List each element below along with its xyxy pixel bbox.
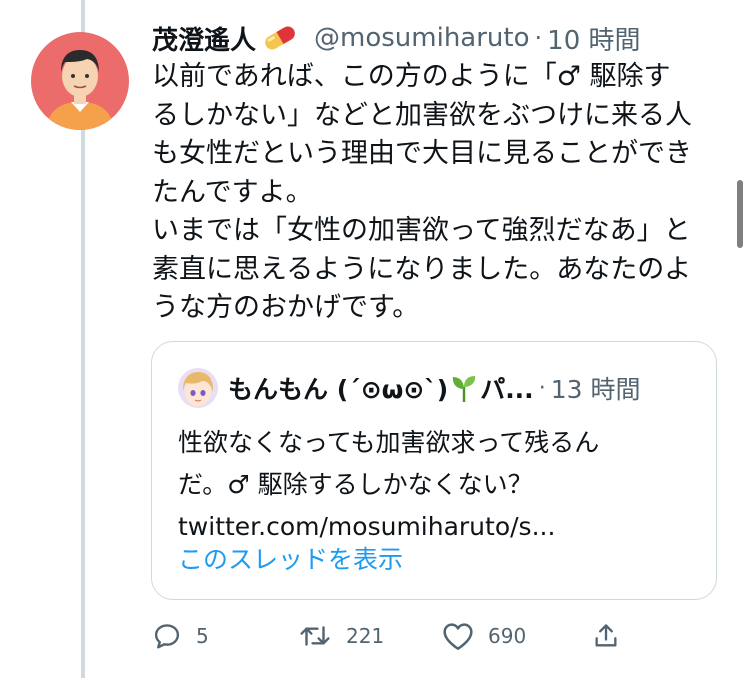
reply-count: 5 <box>196 624 209 648</box>
like-count: 690 <box>488 624 527 648</box>
quoted-text-line: 性欲なくなっても加害欲求って残るん <box>178 428 600 457</box>
quoted-tweet-card[interactable]: もんもん (´⊙ω⊙`) パ... · 13 時間 性欲なくなっても加害欲求って… <box>151 341 717 600</box>
tweet-text-line: うな方のおかげです。 <box>152 292 420 323</box>
retweet-count: 221 <box>346 624 385 648</box>
author-handle[interactable]: @mosumiharuto <box>314 23 530 53</box>
show-thread-link[interactable]: このスレッドを表示 <box>178 540 403 576</box>
quoted-author-name: もんもん (´⊙ω⊙`) <box>228 375 449 404</box>
scrollbar-thumb[interactable] <box>737 180 743 248</box>
share-icon <box>592 621 620 651</box>
pill-emoji-icon <box>260 23 300 53</box>
quoted-tweet-header: もんもん (´⊙ω⊙`) パ... · 13 時間 <box>178 368 640 408</box>
share-button[interactable] <box>592 616 620 656</box>
reply-icon <box>152 621 182 651</box>
quoted-author-avatar <box>178 368 218 408</box>
tweet-timestamp[interactable]: 10 時間 <box>547 20 640 57</box>
tweet-body: 以前であれば、この方のように「♂ 駆除す るしかない」などと加害欲をぶつけに来る… <box>152 58 732 328</box>
quoted-author-name-suffix: パ... <box>480 375 534 404</box>
tweet-text-line: 素直に思えるようになりました。あなたのよ <box>152 253 692 285</box>
heart-icon <box>442 621 474 651</box>
quoted-text-line: だ。♂ 駆除するしかなくない？ <box>178 470 533 499</box>
quoted-tweet-timestamp: 13 時間 <box>550 375 641 404</box>
separator-dot: · <box>538 375 546 401</box>
author-avatar[interactable] <box>31 32 129 130</box>
retweet-button[interactable]: 221 <box>298 616 384 656</box>
tweet-text-line: いまでは「女性の加害欲って強烈だなあ」と <box>152 215 691 246</box>
tweet-text-line: るしかない」などと加害欲をぶつけに来る人 <box>152 99 692 131</box>
tweet-text-line: たんですよ。 <box>152 176 313 208</box>
separator-dot: · <box>534 24 543 52</box>
tweet-action-bar: 5 221 690 <box>152 616 632 656</box>
retweet-icon <box>298 621 332 651</box>
like-button[interactable]: 690 <box>442 616 526 656</box>
tweet-header: 茂澄遙人 @mosumiharuto · 10 時間 <box>152 20 641 56</box>
tweet-text-line: 以前であれば、この方のように「♂ 駆除す <box>152 61 671 92</box>
tweet-detail: 茂澄遙人 @mosumiharuto · 10 時間 以前であれば、この方のよう… <box>0 0 750 678</box>
author-name[interactable]: 茂澄遙人 <box>152 20 256 57</box>
sprout-emoji-icon <box>450 373 478 403</box>
quoted-tweet-body: 性欲なくなっても加害欲求って残るん だ。♂ 駆除するしかなくない？ twitte… <box>178 422 698 548</box>
tweet-text-line: も女性だという理由で大目に見ることができ <box>152 138 692 169</box>
reply-button[interactable]: 5 <box>152 616 209 656</box>
